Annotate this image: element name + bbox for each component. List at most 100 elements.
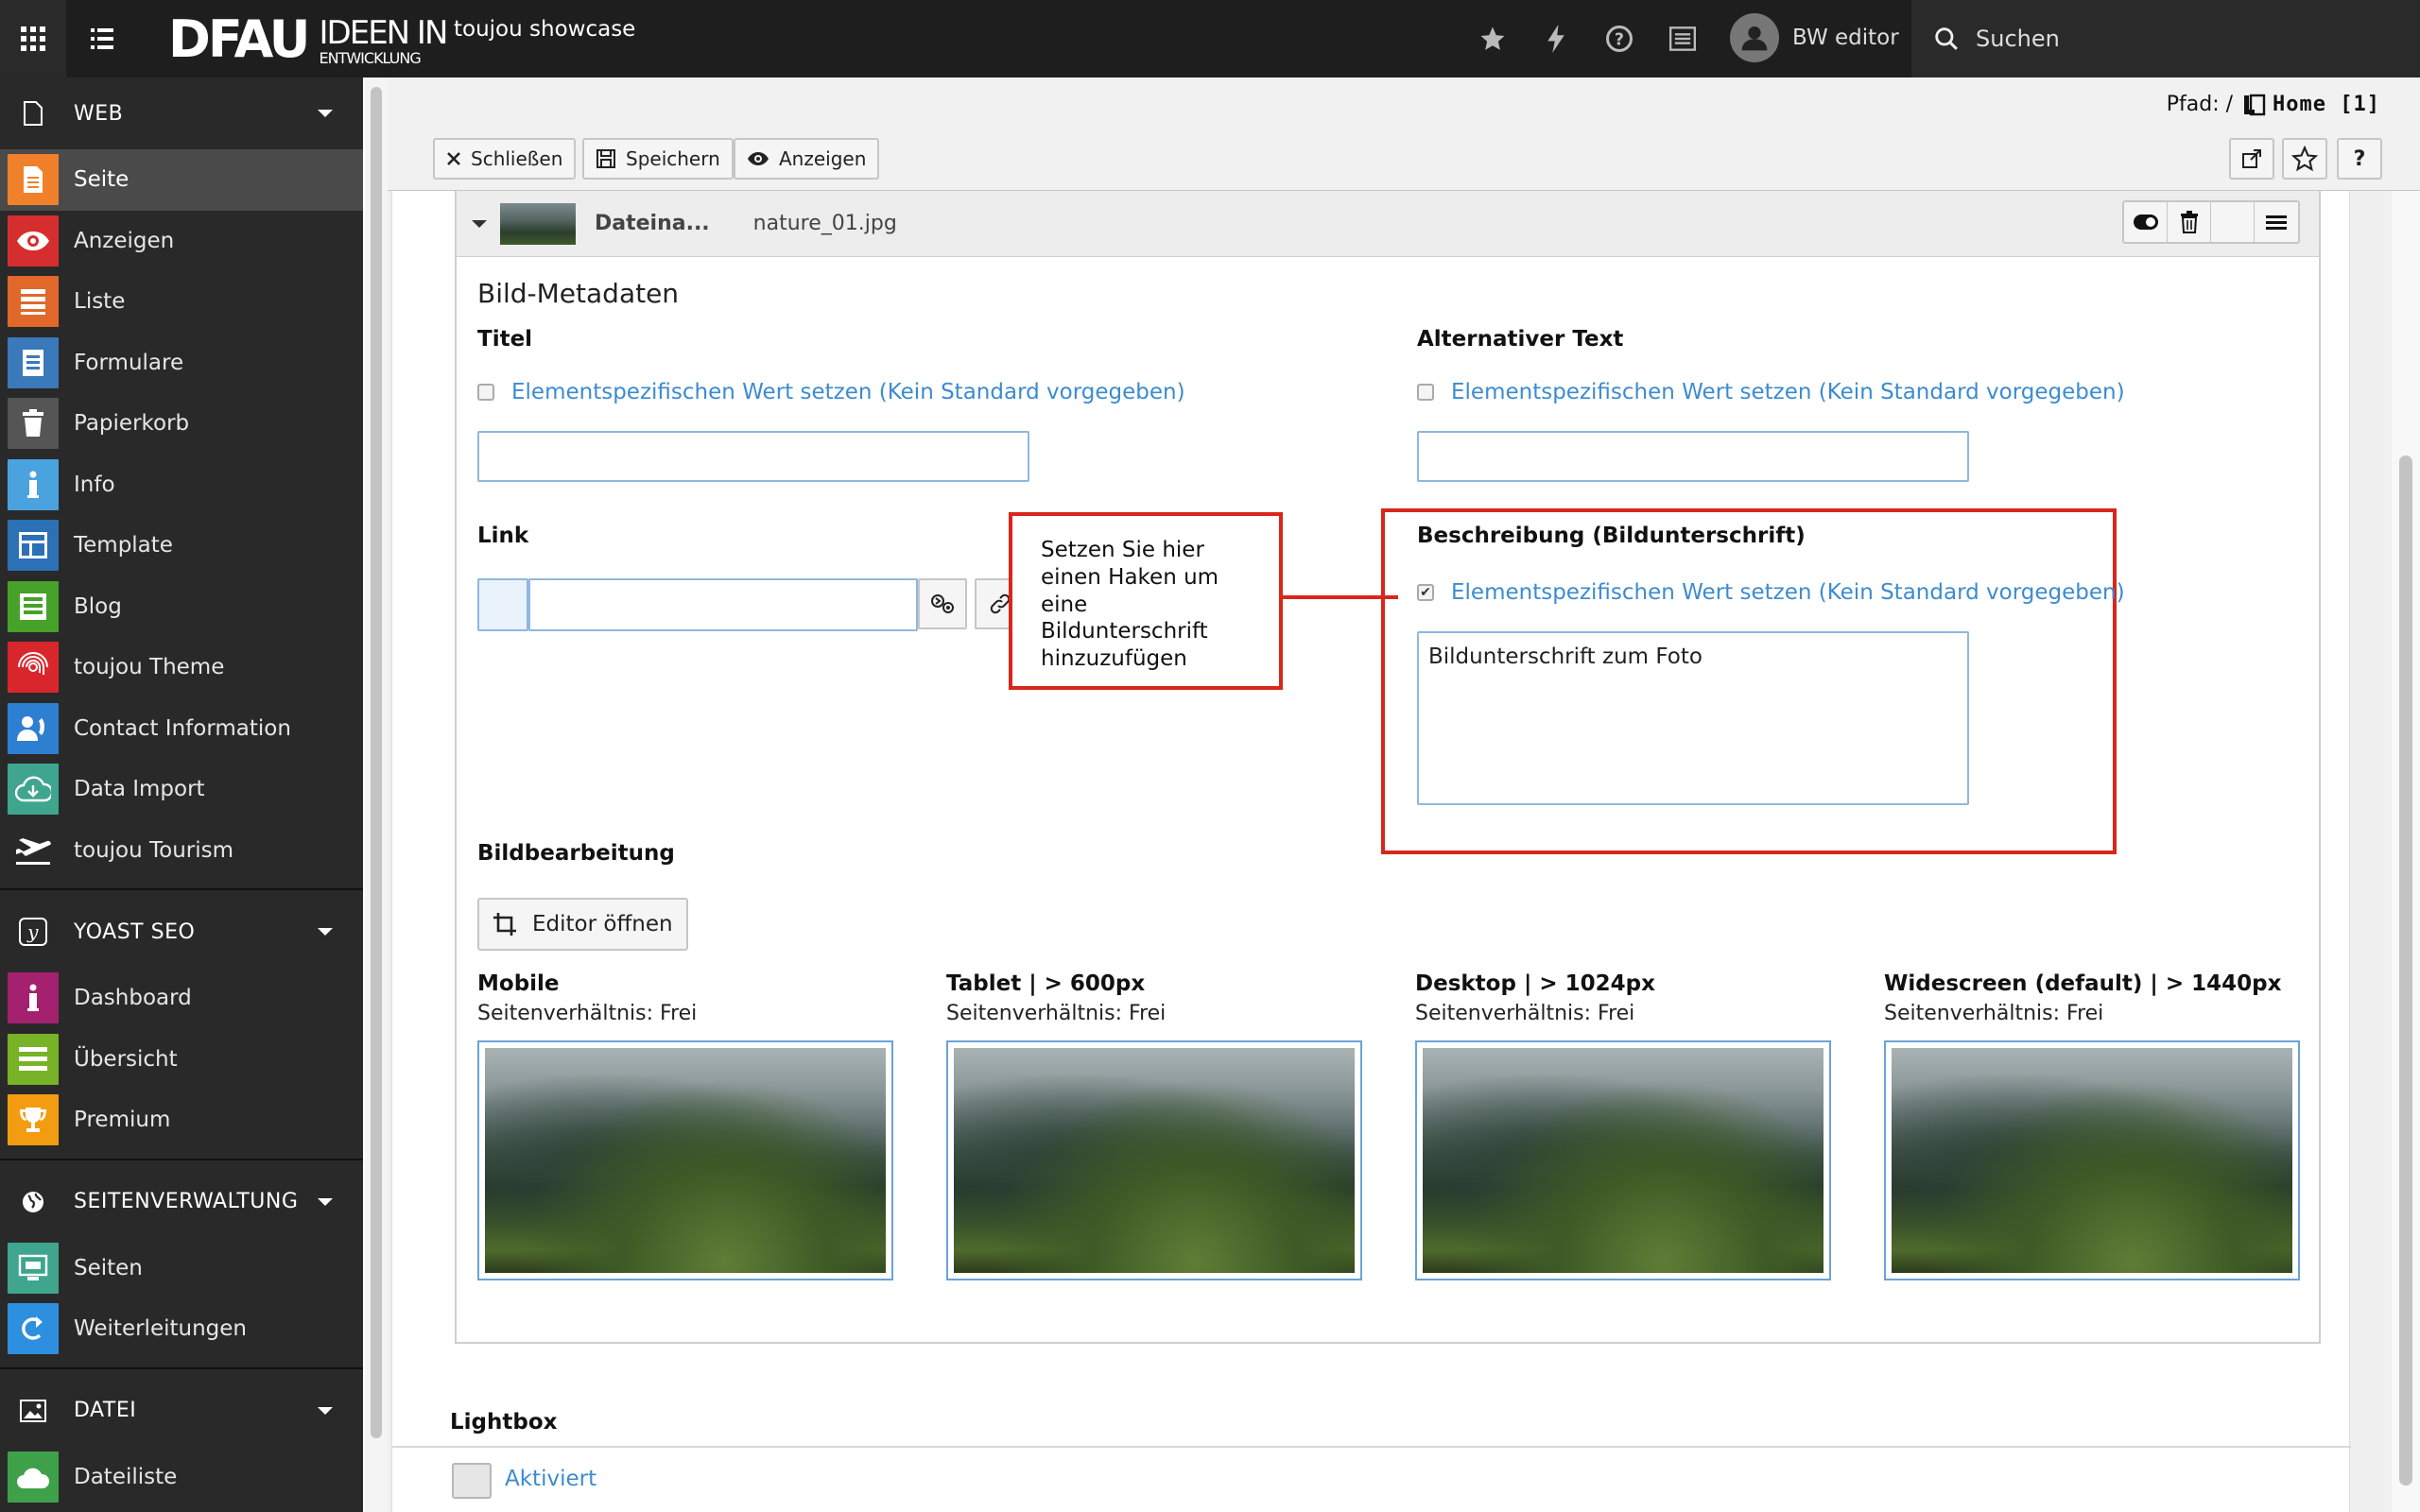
top-bar: DFAU IDEEN IN ENTWICKLUNG toujou showcas… (0, 0, 2420, 77)
open-new-window-button[interactable] (2229, 138, 2274, 180)
logo-line1: IDEEN IN (319, 14, 449, 52)
user-name: BW editor (1792, 26, 1899, 50)
system-info-button[interactable] (1665, 21, 1701, 57)
lightbox-label: Lightbox (450, 1410, 558, 1435)
crop-image (1423, 1048, 1824, 1273)
sidebar-item-weiterleitungen[interactable]: Weiterleitungen (0, 1298, 363, 1360)
sidebar-item-label: Contact Information (74, 715, 291, 741)
bookmark-button[interactable] (2282, 138, 2327, 180)
description-override-checkbox[interactable]: ✔ (1417, 584, 1434, 601)
crop-preview[interactable] (1415, 1040, 1831, 1280)
alt-input[interactable] (1417, 431, 1969, 482)
view-button[interactable]: Anzeigen (734, 138, 880, 180)
crop-title: Desktop | > 1024px (1415, 971, 1655, 996)
crop-preview[interactable] (1884, 1040, 2300, 1280)
sidebar-item-label: toujou Theme (74, 655, 225, 680)
sidebar-item-uebersicht[interactable]: Übersicht (0, 1029, 363, 1091)
blog-icon (8, 580, 59, 632)
title-override-checkbox[interactable] (477, 384, 494, 401)
cloud-folder-icon (8, 1451, 59, 1503)
module-menu-button[interactable] (0, 0, 66, 77)
sidebar-item-anzeigen[interactable]: Anzeigen (0, 211, 363, 272)
sidebar-item-label: Dashboard (74, 986, 192, 1011)
sidebar-item-template[interactable]: Template (0, 515, 363, 576)
sidebar-item-toujou-tourism[interactable]: toujou Tourism (0, 820, 363, 882)
sidebar-item-label: Formulare (74, 350, 184, 375)
avatar (1730, 13, 1779, 62)
help-button[interactable]: ? (1601, 21, 1637, 57)
caret-down-icon (318, 110, 333, 117)
delete-button[interactable] (2168, 202, 2211, 242)
alt-override-row[interactable]: Elementspezifischen Wert setzen (Kein St… (1417, 380, 2125, 404)
toggle-icon (2133, 215, 2158, 230)
main-area: Pfad: / Home [1] Schließen Speichern Anz… (388, 77, 2420, 1512)
lightbox-toggle[interactable] (452, 1463, 492, 1499)
sidebar-item-seite[interactable]: Seite (0, 149, 363, 211)
drag-handle-button[interactable] (2255, 202, 2298, 242)
list-box-icon (1669, 26, 1696, 51)
link-wizard-icon (931, 594, 954, 613)
collapse-caret-icon[interactable] (472, 219, 487, 228)
panel-header[interactable]: Dateina... nature_01.jpg (457, 191, 2319, 257)
cache-button[interactable] (1538, 21, 1574, 57)
path-page[interactable]: Home [1] (2273, 93, 2380, 116)
description-textarea[interactable]: Bildunterschrift zum Foto (1417, 631, 1969, 805)
link-input[interactable] (528, 578, 918, 631)
sidebar-item-label: Anzeigen (74, 228, 175, 253)
open-editor-button[interactable]: Editor öffnen (477, 898, 688, 951)
sidebar-item-label: Weiterleitungen (74, 1316, 247, 1342)
form-icon (8, 336, 59, 388)
sidebar-item-dashboard[interactable]: Dashboard (0, 968, 363, 1029)
crop-ratio: Seitenverhältnis: Frei (1884, 1002, 2104, 1025)
group-datei[interactable]: DATEI (0, 1375, 363, 1447)
group-web[interactable]: WEB (0, 77, 363, 149)
sidebar-item-toujou-theme[interactable]: toujou Theme (0, 637, 363, 698)
sidebar-item-blog[interactable]: Blog (0, 576, 363, 638)
sidebar-item-formulare[interactable]: Formulare (0, 333, 363, 394)
sidebar-item-liste[interactable]: Liste (0, 271, 363, 333)
save-button[interactable]: Speichern (582, 138, 734, 180)
scrollbar-thumb[interactable] (371, 87, 382, 1438)
sidebar-item-label: Premium (74, 1108, 171, 1133)
crop-preview[interactable] (477, 1040, 893, 1280)
link-label: Link (477, 524, 529, 548)
crop-ratio: Seitenverhältnis: Frei (477, 1002, 698, 1025)
title-override-row[interactable]: Elementspezifischen Wert setzen (Kein St… (477, 380, 1185, 404)
crop-preview[interactable] (946, 1040, 1362, 1280)
file-reference-panel: Dateina... nature_01.jpg Bild-Metadaten (455, 191, 2321, 1344)
close-button[interactable]: Schließen (433, 138, 577, 180)
hide-toggle-button[interactable] (2124, 202, 2168, 242)
title-input[interactable] (477, 431, 1029, 482)
caret-down-icon (318, 1197, 333, 1206)
user-icon (1741, 26, 1768, 51)
sidebar-item-papierkorb[interactable]: Papierkorb (0, 393, 363, 455)
sidebar-item-info[interactable]: Info (0, 455, 363, 516)
site-name: toujou showcase (454, 17, 636, 42)
bookmarks-button[interactable] (1475, 21, 1511, 57)
sidebar-item-dateiliste[interactable]: Dateiliste (0, 1447, 363, 1508)
list-icon (8, 276, 59, 328)
sidebar-scrollbar[interactable] (365, 77, 388, 1512)
alt-override-checkbox[interactable] (1417, 384, 1434, 401)
sidebar-item-seiten[interactable]: Seiten (0, 1238, 363, 1299)
page-tree-toggle-button[interactable] (66, 0, 138, 77)
crop-image (485, 1048, 886, 1273)
user-menu[interactable]: BW editor (1730, 13, 1899, 62)
sidebar-item-contact-information[interactable]: Contact Information (0, 698, 363, 760)
sidebar-item-data-import[interactable]: Data Import (0, 759, 363, 820)
lightbox-toggle-label[interactable]: Aktiviert (505, 1467, 596, 1491)
help-label: ? (2353, 146, 2366, 171)
search-field[interactable]: Suchen (1911, 0, 2420, 77)
scrollbar-thumb[interactable] (2399, 455, 2412, 1486)
sidebar-item-premium[interactable]: Premium (0, 1090, 363, 1151)
link-browser-button[interactable] (918, 578, 967, 629)
help-button[interactable]: ? (2337, 138, 2382, 180)
description-override-row[interactable]: ✔ Elementspezifischen Wert setzen (Kein … (1417, 580, 2125, 605)
logo[interactable]: DFAU IDEEN IN ENTWICKLUNG (168, 13, 449, 66)
sidebar-item-label: Dateiliste (74, 1464, 178, 1489)
save-icon (596, 148, 616, 169)
main-scrollbar[interactable] (2392, 191, 2420, 1512)
group-seitenverwaltung[interactable]: SEITENVERWALTUNG (0, 1166, 363, 1238)
crop-ratio: Seitenverhältnis: Frei (1415, 1002, 1635, 1025)
group-yoast-seo[interactable]: y YOAST SEO (0, 896, 363, 968)
